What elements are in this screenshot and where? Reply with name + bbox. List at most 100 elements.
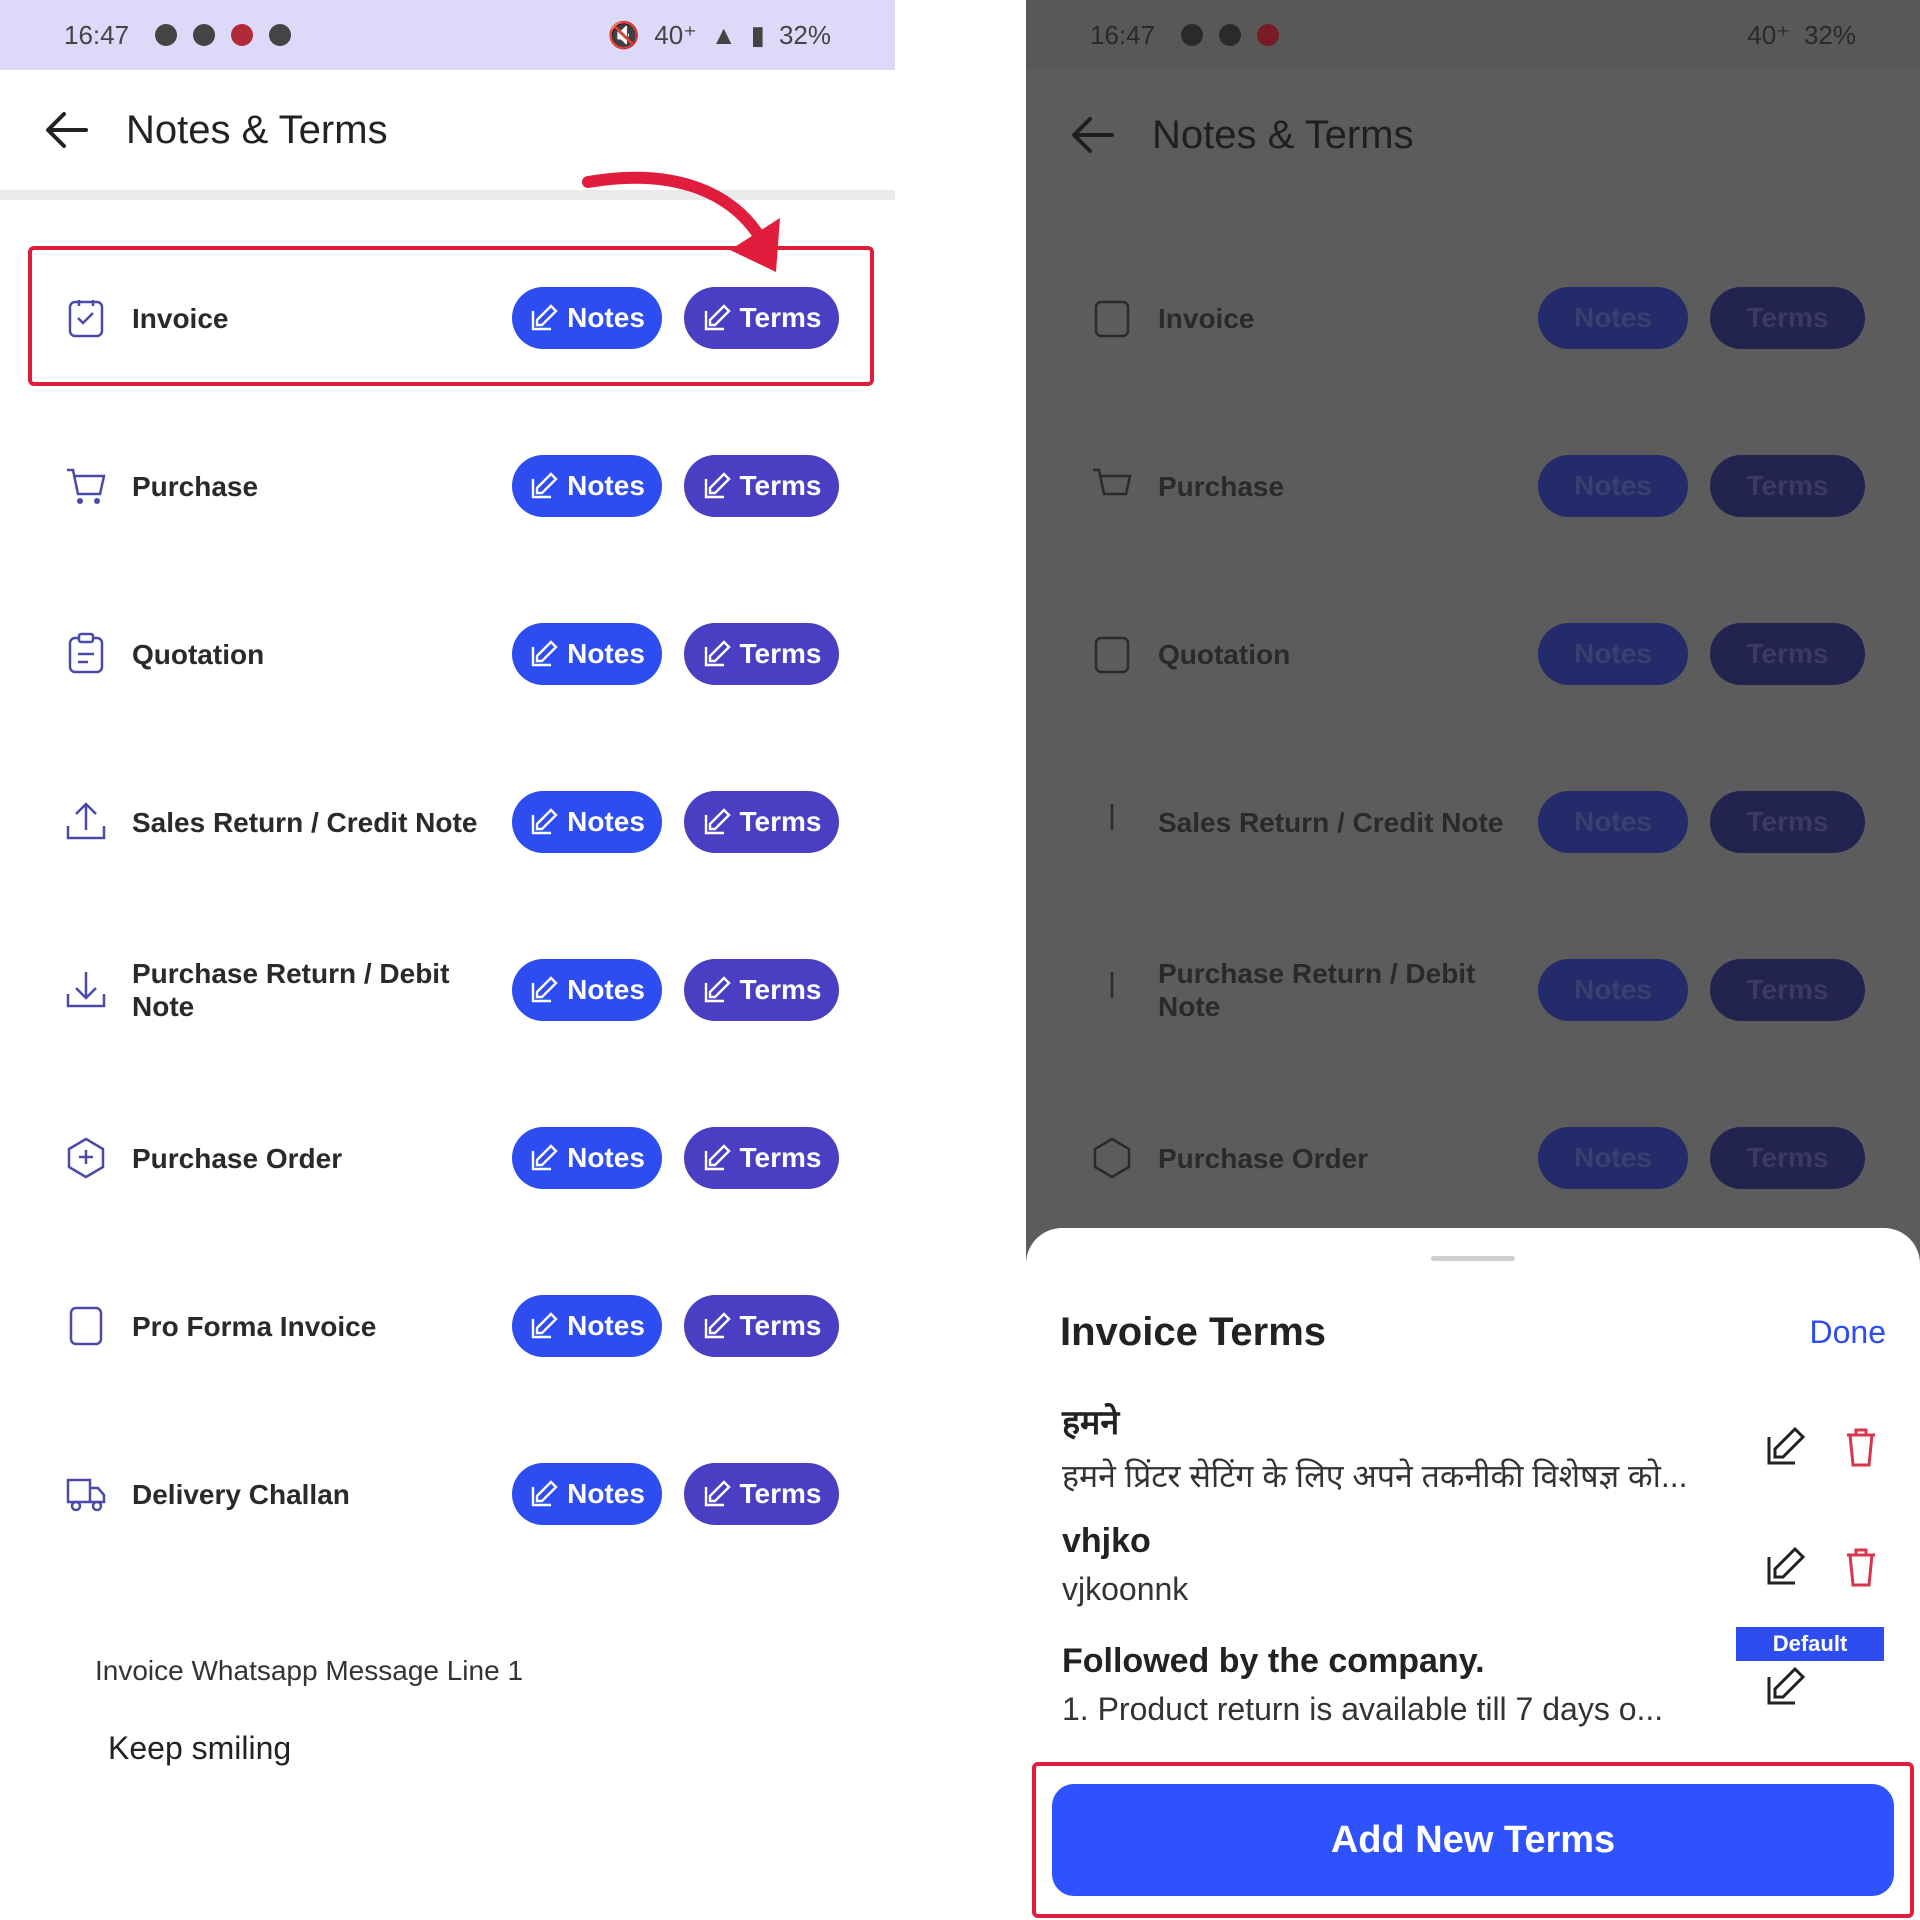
list-item-label: Purchase Order <box>1158 1142 1369 1174</box>
edit-icon <box>704 640 731 667</box>
back-arrow-icon[interactable] <box>1062 105 1122 165</box>
list-item-purchase: Purchase Notes Terms <box>30 416 875 556</box>
term-item[interactable]: हमने हमने प्रिंटर सेटिंग के लिए अपने तकन… <box>1062 1398 1742 1497</box>
sheet-title: Invoice Terms <box>1060 1310 1327 1354</box>
terms-label: Terms <box>739 974 822 1005</box>
terms-button: Terms <box>1710 959 1865 1021</box>
edit-icon <box>704 1144 731 1171</box>
truck-icon <box>58 1466 114 1522</box>
terms-button: Terms <box>1710 791 1865 853</box>
notes-label: Notes <box>567 470 645 501</box>
notes-button[interactable]: Notes <box>512 623 662 685</box>
notes-button[interactable]: Notes <box>512 1127 662 1189</box>
terms-button[interactable]: Terms <box>684 791 839 853</box>
terms-button[interactable]: Terms <box>684 623 839 685</box>
list-item-label: Purchase Order <box>132 1142 343 1174</box>
edit-icon[interactable] <box>1758 1540 1812 1594</box>
notes-button[interactable]: Notes <box>512 1295 662 1357</box>
edit-icon <box>704 1312 731 1339</box>
list-item-label: Quotation <box>1158 638 1291 670</box>
list-item-label: Purchase Return / Debit Note <box>1158 958 1476 1022</box>
terms-label: Terms <box>739 638 822 669</box>
quotation-icon <box>58 626 114 682</box>
add-new-terms-button[interactable]: Add New Terms <box>1052 1784 1894 1896</box>
list-item-pro-forma-invoice: Pro Forma Invoice Notes Terms <box>30 1256 875 1396</box>
notes-label: Notes <box>567 1478 645 1509</box>
notes-button: Notes <box>1538 287 1688 349</box>
notes-button[interactable]: Notes <box>512 791 662 853</box>
status-bar: 16:47 40⁺ 32% <box>1026 0 1920 70</box>
term-body: 1. Product return is available till 7 da… <box>1062 1691 1664 1727</box>
term-item[interactable]: Followed by the company. 1. Product retu… <box>1062 1642 1742 1728</box>
notification-icon <box>269 24 292 46</box>
edit-icon <box>531 808 558 835</box>
download-icon <box>1084 962 1140 1018</box>
list-item-label: Sales Return / Credit Note <box>1158 806 1504 838</box>
terms-button: Terms <box>1710 1127 1865 1189</box>
network-label: 40⁺ <box>654 19 697 50</box>
notification-icon <box>1257 24 1280 46</box>
invoice-terms-screen: 16:47 40⁺ 32% Notes & Terms Invoice Note… <box>1026 0 1920 1920</box>
terms-button: Terms <box>1710 287 1865 349</box>
list-item-purchase-order: Purchase Order Notes Terms <box>30 1088 875 1228</box>
notes-label: Notes <box>567 974 645 1005</box>
terms-button[interactable]: Terms <box>684 455 839 517</box>
app-bar: Notes & Terms <box>1026 70 1920 200</box>
page-title: Notes & Terms <box>1152 112 1414 157</box>
edit-icon[interactable] <box>1758 1420 1812 1474</box>
terms-button[interactable]: Terms <box>684 1127 839 1189</box>
delete-icon[interactable] <box>1834 1420 1888 1474</box>
list-item-purchase: Purchase Notes Terms <box>1056 416 1901 556</box>
order-icon <box>58 1130 114 1186</box>
terms-button[interactable]: Terms <box>684 1463 839 1525</box>
mute-icon: 🔇 <box>607 19 641 50</box>
sheet-drag-handle[interactable] <box>1431 1256 1515 1261</box>
edit-icon <box>704 472 731 499</box>
whatsapp-message-input[interactable]: Keep smiling <box>108 1730 291 1767</box>
delete-icon[interactable] <box>1834 1540 1888 1594</box>
notification-icons <box>155 24 292 46</box>
terms-label: Terms <box>739 470 822 501</box>
back-arrow-icon[interactable] <box>36 100 96 160</box>
notes-button[interactable]: Notes <box>512 455 662 517</box>
order-icon <box>1084 1130 1140 1186</box>
notes-button[interactable]: Notes <box>512 1463 662 1525</box>
edit-icon <box>531 976 558 1003</box>
term-item[interactable]: vhjko vjkoonnk <box>1062 1522 1742 1608</box>
edit-icon[interactable] <box>1758 1660 1812 1714</box>
term-title: Followed by the company. <box>1062 1642 1485 1680</box>
notes-button: Notes <box>1538 959 1688 1021</box>
annotation-arrow-icon <box>582 171 780 272</box>
invoice-terms-sheet: Invoice Terms Done हमने हमने प्रिंटर सेट… <box>1026 1228 1920 1920</box>
notes-button: Notes <box>1538 1127 1688 1189</box>
notes-button: Notes <box>1538 623 1688 685</box>
terms-button[interactable]: Terms <box>684 959 839 1021</box>
terms-button[interactable]: Terms <box>684 1295 839 1357</box>
edit-icon <box>531 1144 558 1171</box>
terms-label: Terms <box>739 1142 822 1173</box>
cart-icon <box>58 458 114 514</box>
notes-label: Notes <box>567 1310 645 1341</box>
list-item-label: Sales Return / Credit Note <box>132 806 478 838</box>
edit-icon <box>704 808 731 835</box>
terms-label: Terms <box>739 1478 822 1509</box>
invoice-icon <box>1084 290 1140 346</box>
battery-icon: ▮ <box>750 19 765 50</box>
term-body: vjkoonnk <box>1062 1571 1189 1607</box>
upload-icon <box>1084 794 1140 850</box>
quotation-icon <box>1084 626 1140 682</box>
notification-icon <box>193 24 216 46</box>
edit-icon <box>704 976 731 1003</box>
network-label: 40⁺ <box>1747 19 1790 50</box>
notes-button: Notes <box>1538 455 1688 517</box>
edit-icon <box>531 1312 558 1339</box>
edit-icon <box>531 640 558 667</box>
notes-button[interactable]: Notes <box>512 959 662 1021</box>
main-screen: 16:47 🔇 40⁺ ▲ ▮ 32% Notes & Terms Invoic… <box>0 0 895 1920</box>
terms-label: Terms <box>739 1310 822 1341</box>
notification-icons <box>1181 24 1280 46</box>
document-icon <box>58 1298 114 1354</box>
done-button[interactable]: Done <box>1810 1314 1887 1351</box>
list-item-purchase-return: Purchase Return / Debit Note Notes Terms <box>30 920 875 1060</box>
notification-icon <box>155 24 178 46</box>
